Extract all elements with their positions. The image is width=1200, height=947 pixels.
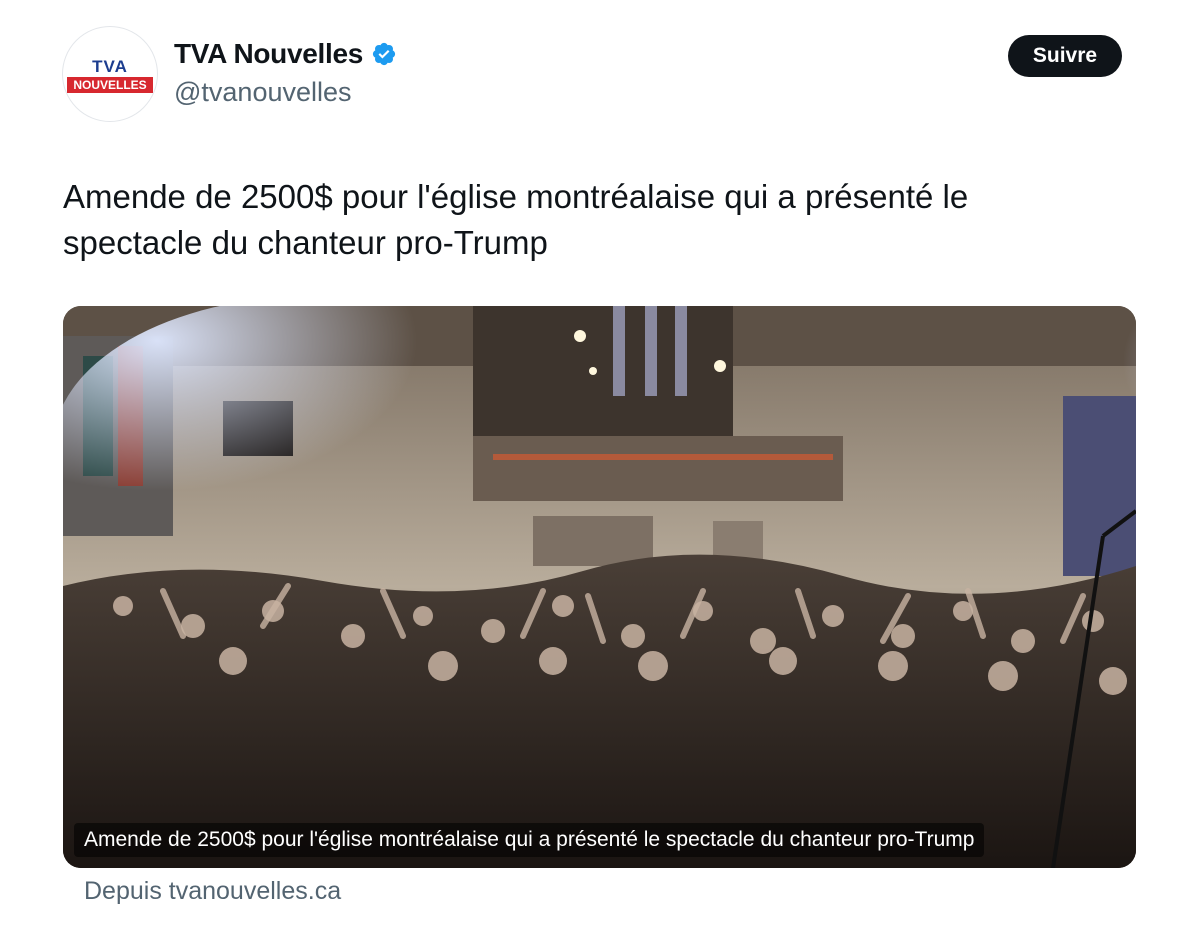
link-card[interactable]: Amende de 2500$ pour l'église montréalai… xyxy=(63,306,1136,868)
author-handle[interactable]: @tvanouvelles xyxy=(174,77,352,108)
logo-nouvelles-text: NOUVELLES xyxy=(67,77,153,93)
author-name[interactable]: TVA Nouvelles xyxy=(174,38,363,70)
author-name-row[interactable]: TVA Nouvelles xyxy=(174,38,397,70)
card-caption: Amende de 2500$ pour l'église montréalai… xyxy=(74,823,985,857)
card-source-link[interactable]: Depuis tvanouvelles.ca xyxy=(84,877,341,906)
avatar[interactable]: TVA NOUVELLES xyxy=(62,26,158,122)
logo-tva-text: TVA xyxy=(92,57,128,76)
verified-badge-icon xyxy=(372,42,396,66)
follow-button[interactable]: Suivre xyxy=(1008,35,1122,77)
tweet-text: Amende de 2500$ pour l'église montréalai… xyxy=(63,178,969,261)
card-image xyxy=(63,306,1136,868)
